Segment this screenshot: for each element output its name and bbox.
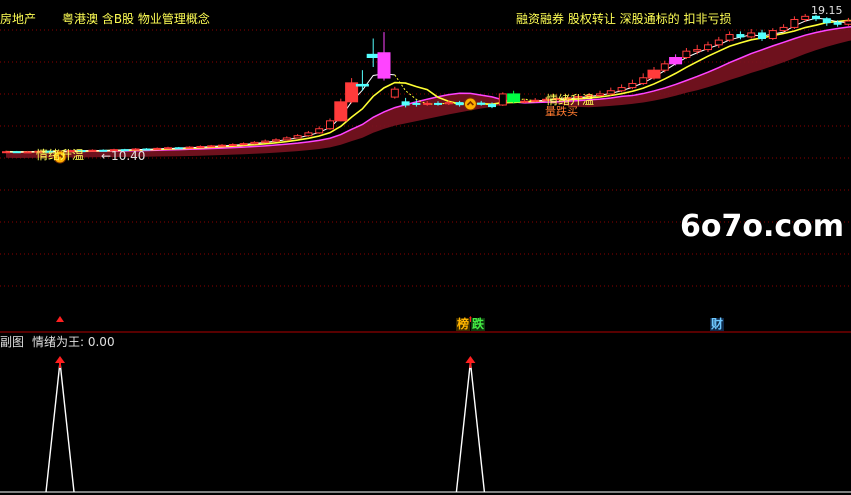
candle-body-62	[669, 57, 683, 65]
event-tag-cai[interactable]: 财	[710, 318, 725, 331]
candle-body-30	[326, 120, 334, 130]
ma-band	[6, 26, 851, 158]
watermark: 6o7o.com	[680, 209, 845, 244]
candle-body-38	[412, 102, 421, 105]
signal-icon-1	[463, 97, 477, 111]
candle-body-15	[164, 147, 172, 150]
candle-body-37	[401, 101, 410, 106]
candle-body-22	[239, 143, 248, 146]
candle-body-72	[779, 26, 788, 32]
candle-body-0	[2, 151, 10, 154]
candle-body-48	[520, 100, 529, 103]
candle-body-59	[639, 77, 648, 84]
candle-body-8	[88, 149, 97, 152]
candle-body-69	[747, 32, 756, 38]
candle-body-49	[531, 99, 540, 102]
candle-body-26	[282, 137, 291, 141]
concept-tags-left: 粤港澳 含B股 物业管理概念	[62, 12, 210, 26]
candle-body-24	[261, 140, 270, 143]
sub-spike-arrow-0	[55, 356, 65, 363]
ma-line-magenta	[5, 26, 851, 153]
signal-marker-0	[56, 316, 64, 322]
candle-body-61	[660, 63, 669, 71]
candle-body-31	[334, 101, 348, 122]
concept-tags-right: 融资融券 股权转让 深股通标的 扣非亏损	[516, 12, 732, 26]
ma-line-yellow	[5, 19, 851, 153]
signal-label-1: 情绪升温	[36, 148, 85, 162]
candle-body-47	[507, 93, 521, 103]
candle-body-23	[250, 141, 259, 145]
candle-body-67	[725, 34, 734, 41]
sub-spike-arrow-1	[465, 356, 476, 363]
candle-body-20	[218, 144, 226, 147]
candle-body-41	[444, 102, 453, 105]
candle-body-19	[207, 145, 216, 148]
candle-body-44	[477, 102, 486, 105]
candle-body-32	[345, 82, 359, 103]
candle-body-77	[833, 22, 842, 25]
candle-body-25	[272, 139, 280, 142]
candle-body-78	[844, 20, 851, 25]
candle-body-16	[174, 147, 183, 150]
candle-body-56	[606, 90, 615, 95]
sector-label: 房地产	[0, 12, 37, 26]
candle-body-27	[293, 135, 302, 139]
candle-body-40	[434, 102, 442, 105]
event-tag-bang[interactable]: 榜	[456, 318, 471, 331]
main-price-chart[interactable]	[0, 0, 851, 495]
sub-spike-0	[45, 361, 75, 493]
sub-panel-title: 副图	[0, 335, 25, 349]
candle-body-70	[758, 32, 766, 39]
candle-body-34	[366, 53, 380, 58]
event-tag-die[interactable]: 跌	[471, 318, 486, 331]
chart-stage: 房地产 粤港澳 含B股 物业管理概念 融资融券 股权转让 深股通标的 扣非亏损 …	[0, 0, 851, 495]
candle-body-65	[704, 44, 712, 51]
candle-body-73	[790, 19, 799, 28]
candle-body-74	[801, 15, 810, 21]
high-price-label: 19.15	[811, 4, 843, 17]
candle-body-55	[596, 93, 604, 96]
candle-body-28	[304, 132, 313, 137]
candle-body-29	[315, 128, 324, 134]
candle-body-17	[185, 146, 194, 149]
candle-body-76	[822, 18, 831, 24]
candle-body-58	[628, 82, 637, 89]
candle-body-35	[377, 52, 391, 79]
sub-spike-1	[455, 361, 486, 493]
candle-body-64	[693, 49, 702, 52]
candle-body-14	[153, 147, 162, 150]
candle-body-63	[682, 50, 691, 59]
candle-body-46	[498, 93, 507, 106]
candle-body-71	[768, 30, 777, 40]
candle-body-33	[355, 83, 369, 87]
candle-body-60	[647, 69, 661, 79]
low-price-marker: ←10.40	[101, 149, 146, 163]
candle-body-18	[196, 145, 205, 148]
candle-body-21	[228, 144, 237, 147]
candle-body-66	[714, 39, 723, 46]
sub-indicator-label: 情绪为王: 0.00	[32, 335, 115, 349]
candle-body-39	[423, 102, 432, 105]
candle-body-68	[736, 34, 745, 38]
signal-sub-label: 量跌买	[545, 105, 578, 118]
candle-body-57	[617, 87, 626, 92]
candle-body-45	[488, 103, 496, 108]
candle-body-36	[390, 88, 399, 98]
candle-body-42	[455, 102, 464, 106]
candle-body-2	[23, 151, 32, 154]
candle-body-1	[12, 151, 21, 154]
